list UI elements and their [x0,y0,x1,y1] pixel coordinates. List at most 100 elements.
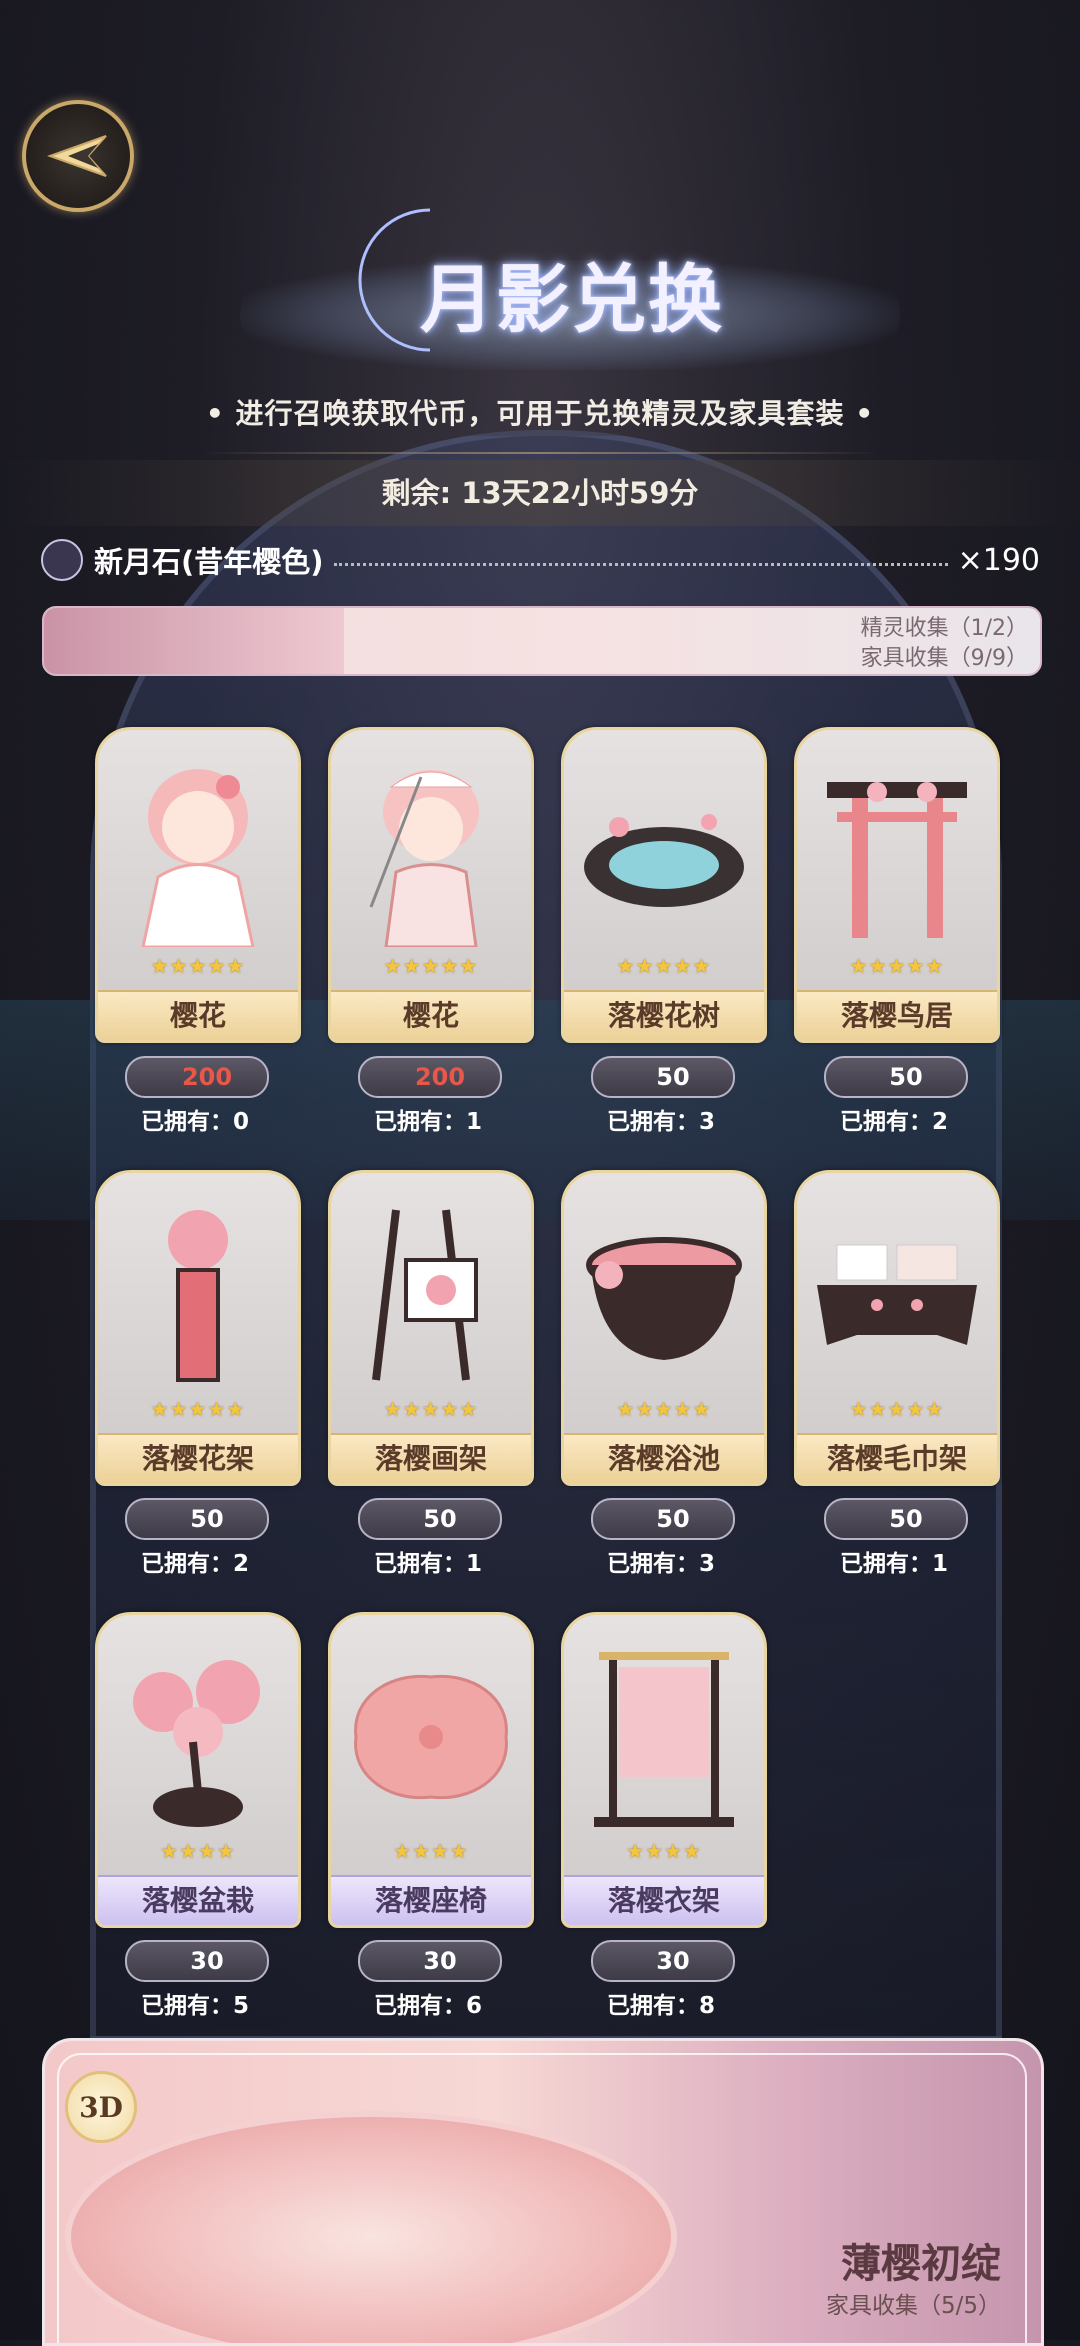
item-name: 落樱画架 [331,1433,531,1483]
sakura-hanger-image [574,1637,754,1837]
event-title: 月影兑换 [180,190,940,380]
rarity-stars: ★★★★★ [849,1397,945,1421]
price-button[interactable]: 50 [591,1498,735,1540]
rarity-stars: ★★★★★ [150,1397,246,1421]
moonstone-icon [140,1063,153,1089]
owned-count: 已拥有：0 [140,1109,249,1135]
item-name: 落樱毛巾架 [797,1433,997,1483]
price-button[interactable]: 50 [125,1498,269,1540]
sakura-bonsai-image [108,1637,288,1837]
set-name: 薄樱初绽 [841,2240,1001,2287]
set-collection-progress: 家具收集（5/5） [825,2293,1001,2319]
spirit-sakura-fencer-image [341,752,521,952]
item-card-falling-sakura-flower-stand[interactable]: ★★★★★ 落樱花架 [95,1170,301,1500]
item-name: 樱花 [331,990,531,1040]
divider [200,452,880,454]
back-button[interactable] [22,100,134,212]
price-value: 50 [190,1505,224,1533]
rarity-stars: ★★★★★ [383,1397,479,1421]
owned-count: 已拥有：5 [140,1993,249,2019]
item-card-falling-sakura-towel-rack[interactable]: ★★★★★ 落樱毛巾架 [794,1170,1000,1500]
price-button[interactable]: 50 [824,1498,968,1540]
remaining-time: 剩余: 13天22小时59分 [0,460,1080,526]
price-value: 200 [181,1063,233,1091]
item-card-falling-sakura-seat[interactable]: ★★★★ 落樱座椅 [328,1612,534,1942]
price-value: 50 [656,1063,690,1091]
price-button[interactable]: 200 [125,1056,269,1098]
furniture-collection-text: 家具收集（9/9） [860,646,1028,671]
price-value: 50 [656,1505,690,1533]
price-value: 200 [414,1063,466,1091]
sakura-seat-image [341,1637,521,1837]
page-title: 月影兑换 [420,257,724,343]
sakura-towel-rack-image [807,1195,987,1395]
event-description: • 进行召唤获取代币，可用于兑换精灵及家具套装 • [205,397,875,430]
banner-artwork [44,608,344,674]
price-value: 50 [423,1505,457,1533]
price-button[interactable]: 30 [591,1940,735,1982]
moonstone-icon [373,1063,386,1089]
item-card-falling-sakura-tree[interactable]: ★★★★★ 落樱花树 [561,727,767,1057]
sakura-bath-image [574,1195,754,1395]
item-name: 落樱盆栽 [98,1875,298,1925]
owned-count: 已拥有：3 [606,1551,715,1577]
price-button[interactable]: 30 [125,1940,269,1982]
item-name: 落樱花架 [98,1433,298,1483]
spirit-sakura-image [108,752,288,952]
price-button[interactable]: 200 [358,1056,502,1098]
rarity-stars: ★★★★★ [616,1397,712,1421]
dotted-leader [333,562,948,566]
price-button[interactable]: 50 [824,1056,968,1098]
moonstone-icon [373,1505,386,1531]
back-arrow-icon [47,135,107,177]
furniture-set-banner[interactable]: 3D 薄樱初绽 家具收集（5/5） [42,2038,1044,2346]
moonstone-icon [839,1063,852,1089]
item-card-sakura-spirit-2[interactable]: ★★★★★ 樱花 [328,727,534,1057]
item-card-falling-sakura-hanger[interactable]: ★★★★ 落樱衣架 [561,1612,767,1942]
3d-view-button[interactable]: 3D [65,2071,137,2143]
moonstone-icon [41,539,83,581]
price-value: 30 [423,1947,457,1975]
item-name: 落樱座椅 [331,1875,531,1925]
sakura-flower-stand-image [108,1195,288,1395]
item-card-falling-sakura-easel[interactable]: ★★★★★ 落樱画架 [328,1170,534,1500]
price-value: 50 [889,1063,923,1091]
owned-count: 已拥有：8 [606,1993,715,2019]
spirit-set-banner[interactable]: 精灵收集（1/2） 家具收集（9/9） [42,606,1042,676]
price-button[interactable]: 50 [358,1498,502,1540]
moonstone-icon [140,1505,153,1531]
rarity-stars: ★★★★★ [150,954,246,978]
owned-count: 已拥有：1 [373,1109,482,1135]
item-card-sakura-spirit-1[interactable]: ★★★★★ 樱花 [95,727,301,1057]
currency-name: 新月石(昔年樱色) [94,545,324,579]
item-name: 樱花 [98,990,298,1040]
price-button[interactable]: 50 [591,1056,735,1098]
rarity-stars: ★★★★★ [849,954,945,978]
rarity-stars: ★★★★ [393,1839,469,1863]
item-name: 落樱浴池 [564,1433,764,1483]
owned-count: 已拥有：6 [373,1993,482,2019]
moonstone-icon [373,1947,386,1973]
sakura-torii-image [807,752,987,952]
moonstone-icon [140,1947,153,1973]
item-card-falling-sakura-bath[interactable]: ★★★★★ 落樱浴池 [561,1170,767,1500]
rarity-stars: ★★★★★ [616,954,712,978]
price-value: 30 [656,1947,690,1975]
currency-row: 新月石(昔年樱色) ×190 [40,532,1040,588]
item-card-falling-sakura-bonsai[interactable]: ★★★★ 落樱盆栽 [95,1612,301,1942]
moonstone-icon [606,1505,619,1531]
moonstone-icon [606,1947,619,1973]
owned-count: 已拥有：1 [839,1551,948,1577]
currency-count: ×190 [957,542,1040,578]
rarity-stars: ★★★★ [160,1839,236,1863]
item-name: 落樱鸟居 [797,990,997,1040]
item-name: 落樱花树 [564,990,764,1040]
spirit-collection-text: 精灵收集（1/2） [860,616,1028,641]
price-button[interactable]: 30 [358,1940,502,1982]
owned-count: 已拥有：1 [373,1551,482,1577]
moonstone-icon [839,1505,852,1531]
owned-count: 已拥有：2 [839,1109,948,1135]
price-value: 50 [889,1505,923,1533]
item-card-falling-sakura-torii[interactable]: ★★★★★ 落樱鸟居 [794,727,1000,1057]
rarity-stars: ★★★★★ [383,954,479,978]
